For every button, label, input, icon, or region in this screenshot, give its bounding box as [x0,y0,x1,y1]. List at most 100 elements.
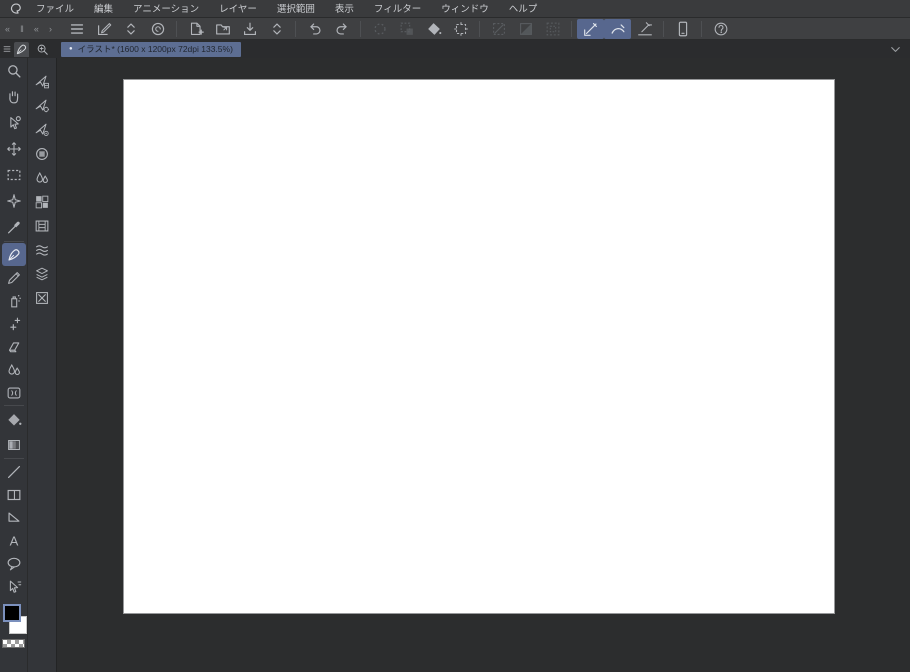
select-launch-icon [371,20,389,38]
open-file-button[interactable] [209,19,236,39]
operate-tool[interactable] [2,110,26,136]
subtool-kite-gear[interactable] [30,94,54,118]
layer-stack-icon [33,265,51,283]
collapse-palette-icon[interactable]: « [5,24,10,34]
blend-icon [5,361,23,379]
menu-item-1[interactable]: ファイル [26,4,84,15]
gradient-tool[interactable] [2,432,26,457]
menu-item-9[interactable]: ヘルプ [499,4,548,15]
tool-palette-menu-icon[interactable] [2,44,12,54]
fill-tool[interactable] [2,407,26,432]
text-tool[interactable] [2,529,26,552]
new-file-button[interactable] [182,19,209,39]
menu-item-8[interactable]: ウィンドウ [431,4,499,15]
selection-border-button[interactable] [539,19,566,39]
document-canvas[interactable] [123,79,835,614]
tablet-mode-button[interactable] [669,19,696,39]
clip-studio-logo-icon[interactable] [4,1,26,17]
hand-tool[interactable] [2,84,26,110]
menu-item-5[interactable]: 選択範囲 [267,4,325,15]
selection-area-tool[interactable] [2,162,26,188]
menu-item-7[interactable]: フィルター [364,4,431,15]
open-file-icon [214,20,232,38]
undo-button[interactable] [301,19,328,39]
subtool-wave-layers[interactable] [30,238,54,262]
figure-icon [5,463,23,481]
subtool-layer-stack[interactable] [30,262,54,286]
snap-to-ruler-button[interactable] [577,18,604,39]
eraser-tool[interactable] [2,335,26,358]
main-color-swatch[interactable] [2,604,21,622]
zoom-tool[interactable] [2,58,26,84]
auto-select-tool[interactable] [2,188,26,214]
save-options-button[interactable] [263,19,290,39]
transparent-color-swatch[interactable] [1,639,25,648]
pen-icon [5,246,23,264]
ruler-tool[interactable] [2,506,26,529]
subtool-kite-ladder[interactable] [30,70,54,94]
zoom-arrow-icon[interactable] [35,42,50,57]
zoom-icon [5,62,23,80]
menu-item-6[interactable]: 表示 [325,4,364,15]
liquify-tool[interactable] [2,381,26,404]
commandbar-separator [360,20,361,37]
subtool-crossed-box[interactable] [30,286,54,310]
palette-divider-icon[interactable]: ‖ [20,24,24,34]
subtool-kite-target[interactable] [30,118,54,142]
clip-studio-paint-window: ファイル 編集 アニメーション レイヤー 選択範囲 表示 フィルター ウィンドウ ヘルプ « ‖… [0,0,910,672]
updown-icon [268,20,286,38]
airbrush-tool[interactable] [2,289,26,312]
frame-border-tool[interactable] [2,483,26,506]
menu-item-2[interactable]: 編集 [84,4,123,15]
redo-icon [333,20,351,38]
clip-studio-help-button[interactable] [707,19,734,39]
blend-tool[interactable] [2,358,26,381]
subtool-film[interactable] [30,214,54,238]
tool-palette-tab-pen-icon[interactable] [14,41,29,57]
figure-tool[interactable] [2,460,26,483]
eyedropper-tool[interactable] [2,214,26,240]
tool-group-separator [3,241,24,242]
snap-special-icon [609,20,627,38]
subtool-circle-frame[interactable] [30,142,54,166]
cs-help-icon [712,20,730,38]
kite-gear-icon [33,97,51,115]
menu-item-3[interactable]: アニメーション [123,4,209,15]
commandbar-expand-button[interactable] [117,19,144,39]
main-menu-button[interactable] [63,19,90,39]
snap-to-grid-button[interactable] [631,19,658,39]
invert-selection-button[interactable] [512,19,539,39]
change-canvas-size-button[interactable] [447,19,474,39]
pencil-tool[interactable] [2,266,26,289]
subtool-palette [28,58,57,672]
delete-selection-button[interactable] [366,19,393,39]
pen-tool[interactable] [1,243,26,266]
collapse-palette-icon-2[interactable]: « [34,24,39,34]
command-bar [57,18,910,40]
layer-move-tool[interactable] [2,136,26,162]
line-correct-tool[interactable] [2,575,26,598]
expand-palette-icon[interactable]: › [49,24,52,34]
fill-button[interactable] [420,19,447,39]
hand-icon [5,88,23,106]
updown-icon [122,20,140,38]
balloon-tool[interactable] [2,552,26,575]
subtool-grid-panel[interactable] [30,190,54,214]
open-clip-studio-button[interactable] [144,19,171,39]
subtool-drops[interactable] [30,166,54,190]
quick-access-button[interactable] [90,19,117,39]
tab-overflow-chevron-down-icon[interactable] [888,42,902,56]
save-icon [241,20,259,38]
tablet-icon [674,20,692,38]
deselect-button[interactable] [485,19,512,39]
document-tab[interactable]: ● イラスト* (1600 x 1200px 72dpi 133.5%) [61,41,241,57]
decoration-tool[interactable] [2,312,26,335]
select-icon [5,166,23,184]
save-button[interactable] [236,19,263,39]
menu-bar: ファイル 編集 アニメーション レイヤー 選択範囲 表示 フィルター ウィンドウ ヘルプ [0,0,910,18]
redo-button[interactable] [328,19,355,39]
tool-palette-header [0,40,29,58]
snap-to-special-ruler-button[interactable] [604,18,631,39]
menu-item-4[interactable]: レイヤー [209,4,267,15]
clear-outside-selection-button[interactable] [393,19,420,39]
